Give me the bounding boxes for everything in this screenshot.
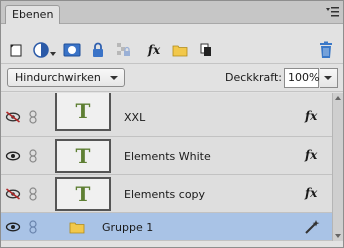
fx-icon[interactable]: fx [305, 186, 317, 200]
text-layer-icon: T [75, 144, 91, 168]
chain-link-icon[interactable] [28, 110, 38, 124]
layer-name[interactable]: Elements White [124, 150, 211, 163]
layer-row[interactable]: T Elements copy fx [1, 175, 332, 213]
layers-list: T XXL fx T Elements White fx T Elements … [1, 93, 332, 241]
fx-icon[interactable]: fx [305, 109, 317, 123]
layer-mask-icon[interactable] [61, 39, 83, 61]
text-layer-icon: T [75, 99, 91, 123]
visibility-hidden-icon[interactable] [5, 188, 21, 200]
layer-name[interactable]: Gruppe 1 [102, 221, 153, 234]
opacity-input[interactable]: 100% [284, 68, 319, 88]
opacity-label: Deckkraft: [225, 71, 282, 84]
vertical-scrollbar[interactable] [332, 93, 343, 241]
adjustment-layer-icon[interactable] [31, 39, 59, 61]
chain-link-icon[interactable] [28, 220, 38, 234]
layers-toolbar: fx [1, 38, 343, 66]
lock-icon[interactable] [87, 39, 109, 61]
new-group-icon[interactable] [169, 39, 191, 61]
chain-link-icon[interactable] [28, 149, 38, 163]
layer-thumbnail: T [55, 139, 111, 173]
chain-link-icon[interactable] [28, 187, 38, 201]
layer-row-selected[interactable]: Gruppe 1 [1, 213, 332, 241]
chevron-down-icon [110, 76, 118, 80]
opacity-dropdown-button[interactable] [320, 68, 338, 88]
tab-bar: Ebenen [1, 1, 343, 24]
link-icon[interactable] [195, 39, 217, 61]
toolbar-divider [1, 63, 343, 64]
style-wand-icon[interactable] [304, 219, 320, 235]
layer-thumbnail: T [55, 93, 111, 131]
layer-name[interactable]: Elements copy [124, 188, 205, 201]
new-layer-icon[interactable] [5, 39, 27, 61]
delete-layer-icon[interactable] [315, 39, 337, 61]
text-layer-icon: T [75, 182, 91, 206]
fx-icon[interactable]: fx [305, 148, 317, 162]
layers-panel: Ebenen fx Hindurchwirken Deckkraft: 100%… [0, 0, 344, 248]
blend-mode-value: Hindurchwirken [15, 71, 101, 84]
layer-name[interactable]: XXL [124, 111, 145, 124]
layer-thumbnail: T [55, 177, 111, 211]
scroll-up-icon[interactable] [335, 96, 341, 100]
panel-menu-icon[interactable] [325, 6, 339, 18]
folder-icon [69, 222, 85, 234]
visibility-hidden-icon[interactable] [5, 111, 21, 123]
tab-layers[interactable]: Ebenen [5, 5, 61, 24]
lock-transparent-icon[interactable] [113, 39, 135, 61]
layer-row[interactable]: T XXL fx [1, 93, 332, 137]
layer-row[interactable]: T Elements White fx [1, 137, 332, 175]
blend-mode-dropdown[interactable]: Hindurchwirken [7, 68, 125, 87]
visibility-eye-icon[interactable] [5, 150, 21, 162]
scroll-down-icon[interactable] [335, 234, 341, 238]
fx-icon[interactable]: fx [143, 39, 165, 61]
blend-divider [1, 91, 343, 92]
chevron-down-icon [324, 76, 332, 80]
visibility-eye-icon[interactable] [5, 221, 21, 233]
